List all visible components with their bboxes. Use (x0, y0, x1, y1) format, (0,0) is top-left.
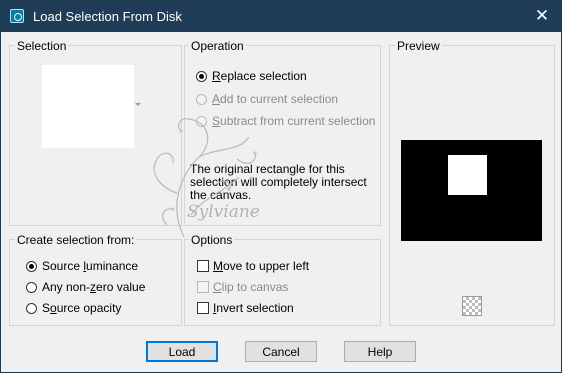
selection-thumbnail (42, 65, 134, 148)
transparency-toggle-icon[interactable] (462, 296, 482, 316)
title-bar[interactable]: Load Selection From Disk ✕ (1, 1, 561, 32)
close-icon[interactable]: ✕ (529, 5, 555, 27)
checkbox-label: Clip to canvas (213, 280, 289, 294)
checkbox-label: Move to upper left (213, 259, 310, 273)
radio-label: Any non-zero value (42, 280, 146, 294)
radio-replace-selection[interactable]: Replace selection (196, 68, 307, 84)
app-icon (10, 9, 24, 23)
selection-dropdown-arrow-icon[interactable] (135, 103, 141, 106)
preview-canvas (401, 140, 542, 241)
radio-source-opacity[interactable]: Source opacity (26, 300, 121, 316)
checkbox-indicator (197, 260, 209, 272)
radio-indicator (26, 260, 37, 272)
radio-indicator (196, 70, 207, 82)
preview-selection-rect (448, 155, 487, 195)
checkbox-label: Invert selection (213, 301, 294, 315)
checkbox-indicator (197, 302, 209, 314)
preview-group-label: Preview (395, 39, 442, 53)
checkbox-invert-selection[interactable]: Invert selection (197, 300, 294, 316)
radio-label: Source opacity (42, 301, 122, 315)
cancel-button[interactable]: Cancel (245, 341, 317, 362)
radio-indicator (26, 281, 37, 293)
selection-group-label: Selection (15, 39, 69, 53)
radio-indicator (196, 115, 207, 127)
options-group-label: Options (189, 233, 235, 247)
checkbox-clip-to-canvas[interactable]: Clip to canvas (197, 279, 288, 295)
checkbox-move-to-upper-left[interactable]: Move to upper left (197, 258, 309, 274)
radio-label: Subtract from current selection (212, 114, 376, 128)
load-button[interactable]: Load (146, 341, 218, 362)
create-from-group-label: Create selection from: (15, 233, 137, 247)
checkbox-indicator (197, 281, 209, 293)
radio-add-to-selection[interactable]: Add to current selection (196, 91, 338, 107)
radio-indicator (196, 93, 207, 105)
help-button[interactable]: Help (344, 341, 416, 362)
radio-label: Source luminance (42, 259, 139, 273)
radio-indicator (26, 302, 37, 314)
dialog-window: Load Selection From Disk ✕ Selection Ope… (0, 0, 562, 373)
radio-label: Add to current selection (212, 92, 339, 106)
radio-any-non-zero-value[interactable]: Any non-zero value (26, 279, 145, 295)
operation-group-label: Operation (189, 39, 246, 53)
radio-source-luminance[interactable]: Source luminance (26, 258, 138, 274)
radio-subtract-from-selection[interactable]: Subtract from current selection (196, 113, 375, 129)
window-title: Load Selection From Disk (33, 9, 182, 24)
radio-label: Replace selection (212, 69, 307, 83)
intersect-note: The original rectangle for this selectio… (190, 162, 367, 202)
